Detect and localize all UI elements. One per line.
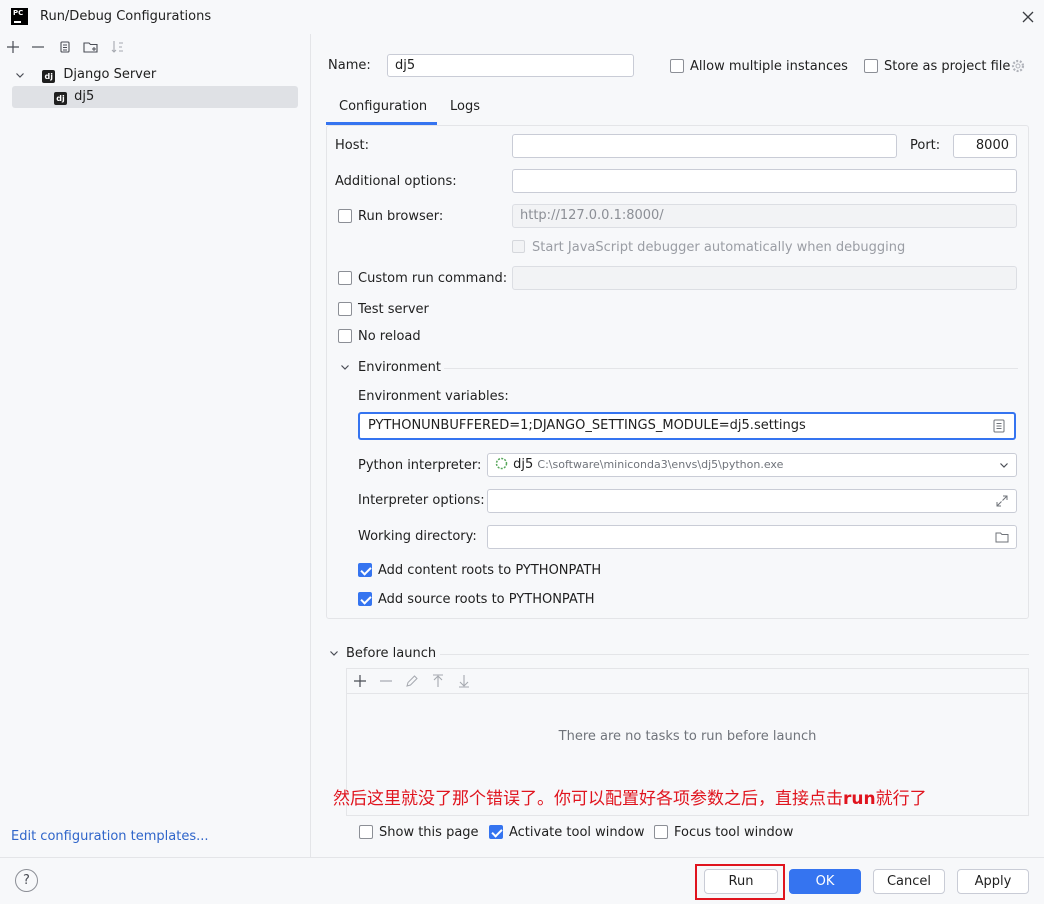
env-vars-field[interactable]: PYTHONUNBUFFERED=1;DJANGO_SETTINGS_MODUL… <box>358 412 1016 440</box>
window-title: Run/Debug Configurations <box>40 9 212 24</box>
gear-icon[interactable] <box>1010 58 1026 74</box>
content-roots-checkbox[interactable] <box>358 563 372 577</box>
before-launch-title[interactable]: Before launch <box>346 646 436 661</box>
store-project-checkbox[interactable] <box>864 59 878 73</box>
ok-button[interactable]: OK <box>789 869 861 894</box>
tree-item-dj5-content[interactable]: dj dj5 <box>54 86 94 108</box>
annotation-part-1: 然后这里就没了那个错误了。你可以配置好各项参数之后，直接点击 <box>333 789 843 809</box>
tree-group-label: Django Server <box>63 67 157 82</box>
custom-run-label: Custom run command: <box>358 271 508 286</box>
port-field[interactable]: 8000 <box>953 134 1017 158</box>
edit-templates-link[interactable]: Edit configuration templates... <box>11 829 209 844</box>
annotation-run-word: run <box>843 789 876 809</box>
pycharm-logo-icon: PC <box>11 8 28 25</box>
run-browser-checkbox[interactable] <box>338 209 352 223</box>
sort-icon[interactable] <box>109 38 127 56</box>
activate-tool-checkbox[interactable] <box>489 825 503 839</box>
env-vars-label: Environment variables: <box>358 389 509 404</box>
no-reload-checkbox[interactable] <box>338 329 352 343</box>
custom-run-field[interactable] <box>512 266 1017 290</box>
remove-task-icon[interactable] <box>377 672 395 690</box>
annotation-text: 然后这里就没了那个错误了。你可以配置好各项参数之后，直接点击run就行了 <box>333 784 927 809</box>
edit-task-icon[interactable] <box>403 672 421 690</box>
no-reload-label: No reload <box>358 329 421 344</box>
config-tree-panel <box>0 34 311 857</box>
copy-icon[interactable] <box>56 38 74 56</box>
annotation-part-2: 就行了 <box>875 789 927 809</box>
move-down-icon[interactable] <box>455 672 473 690</box>
django-icon: dj <box>42 70 56 83</box>
close-icon[interactable] <box>1018 7 1038 27</box>
port-label: Port: <box>910 138 941 153</box>
run-browser-label: Run browser: <box>358 209 444 224</box>
focus-tool-label: Focus tool window <box>674 825 794 840</box>
tab-configuration-label: Configuration <box>339 99 428 114</box>
source-roots-checkbox[interactable] <box>358 592 372 606</box>
additional-options-label: Additional options: <box>335 174 457 189</box>
interpreter-options-field[interactable] <box>487 489 1017 513</box>
show-page-label: Show this page <box>379 825 479 840</box>
folder-icon[interactable] <box>994 529 1010 545</box>
chevron-down-icon[interactable] <box>328 647 342 661</box>
content-roots-label: Add content roots to PYTHONPATH <box>378 563 602 578</box>
test-server-label: Test server <box>358 302 429 317</box>
tree-group-django-server[interactable]: dj Django Server <box>14 64 156 86</box>
cancel-button[interactable]: Cancel <box>873 869 945 894</box>
browser-url-field[interactable]: http://127.0.0.1:8000/ <box>512 204 1017 228</box>
allow-multiple-checkbox[interactable] <box>670 59 684 73</box>
new-folder-icon[interactable] <box>82 38 100 56</box>
focus-tool-checkbox[interactable] <box>654 825 668 839</box>
chevron-down-icon <box>14 69 28 81</box>
edit-env-icon[interactable] <box>991 418 1007 434</box>
show-page-checkbox[interactable] <box>359 825 373 839</box>
python-interpreter-label: Python interpreter: <box>358 458 482 473</box>
name-field[interactable]: dj5 <box>387 54 634 77</box>
help-icon[interactable]: ? <box>15 869 38 892</box>
before-launch-divider <box>440 654 1029 655</box>
environment-section-title[interactable]: Environment <box>358 360 441 375</box>
expand-icon[interactable] <box>994 493 1010 509</box>
js-debugger-checkbox[interactable] <box>512 240 525 253</box>
no-tasks-message: There are no tasks to run before launch <box>558 729 817 744</box>
test-server-checkbox[interactable] <box>338 302 352 316</box>
env-vars-value: PYTHONUNBUFFERED=1;DJANGO_SETTINGS_MODUL… <box>368 418 806 433</box>
additional-options-field[interactable] <box>512 169 1017 193</box>
custom-run-checkbox[interactable] <box>338 271 352 285</box>
python-interpreter-select[interactable]: dj5 C:\software\miniconda3\envs\dj5\pyth… <box>487 453 1017 477</box>
add-icon[interactable] <box>4 38 22 56</box>
environment-divider <box>444 368 1018 369</box>
tree-item-label: dj5 <box>74 89 95 104</box>
before-launch-toolbar-divider <box>347 693 1028 694</box>
remove-icon[interactable] <box>29 38 47 56</box>
host-field[interactable] <box>512 134 897 158</box>
python-env-icon <box>495 457 509 470</box>
interpreter-options-label: Interpreter options: <box>358 493 485 508</box>
tab-logs-label: Logs <box>450 99 480 114</box>
logo-text: PC <box>13 9 24 17</box>
host-label: Host: <box>335 138 369 153</box>
allow-multiple-label: Allow multiple instances <box>690 59 848 74</box>
run-button-highlight <box>695 864 785 900</box>
django-icon: dj <box>54 92 67 105</box>
apply-button[interactable]: Apply <box>957 869 1029 894</box>
add-task-icon[interactable] <box>351 672 369 690</box>
tab-logs[interactable]: Logs <box>440 94 490 122</box>
chevron-down-icon[interactable] <box>339 361 353 375</box>
activate-tool-label: Activate tool window <box>509 825 645 840</box>
working-directory-field[interactable] <box>487 525 1017 549</box>
interpreter-name: dj5 <box>513 457 534 472</box>
interpreter-path: C:\software\miniconda3\envs\dj5\python.e… <box>537 458 784 471</box>
chevron-down-icon[interactable] <box>998 459 1010 471</box>
working-directory-label: Working directory: <box>358 529 477 544</box>
js-debugger-label: Start JavaScript debugger automatically … <box>532 240 906 255</box>
move-up-icon[interactable] <box>429 672 447 690</box>
name-label: Name: <box>328 58 371 73</box>
tree-toolbar <box>0 34 311 60</box>
store-project-label: Store as project file <box>884 59 1011 74</box>
tab-configuration[interactable]: Configuration <box>326 94 437 125</box>
source-roots-label: Add source roots to PYTHONPATH <box>378 592 595 607</box>
